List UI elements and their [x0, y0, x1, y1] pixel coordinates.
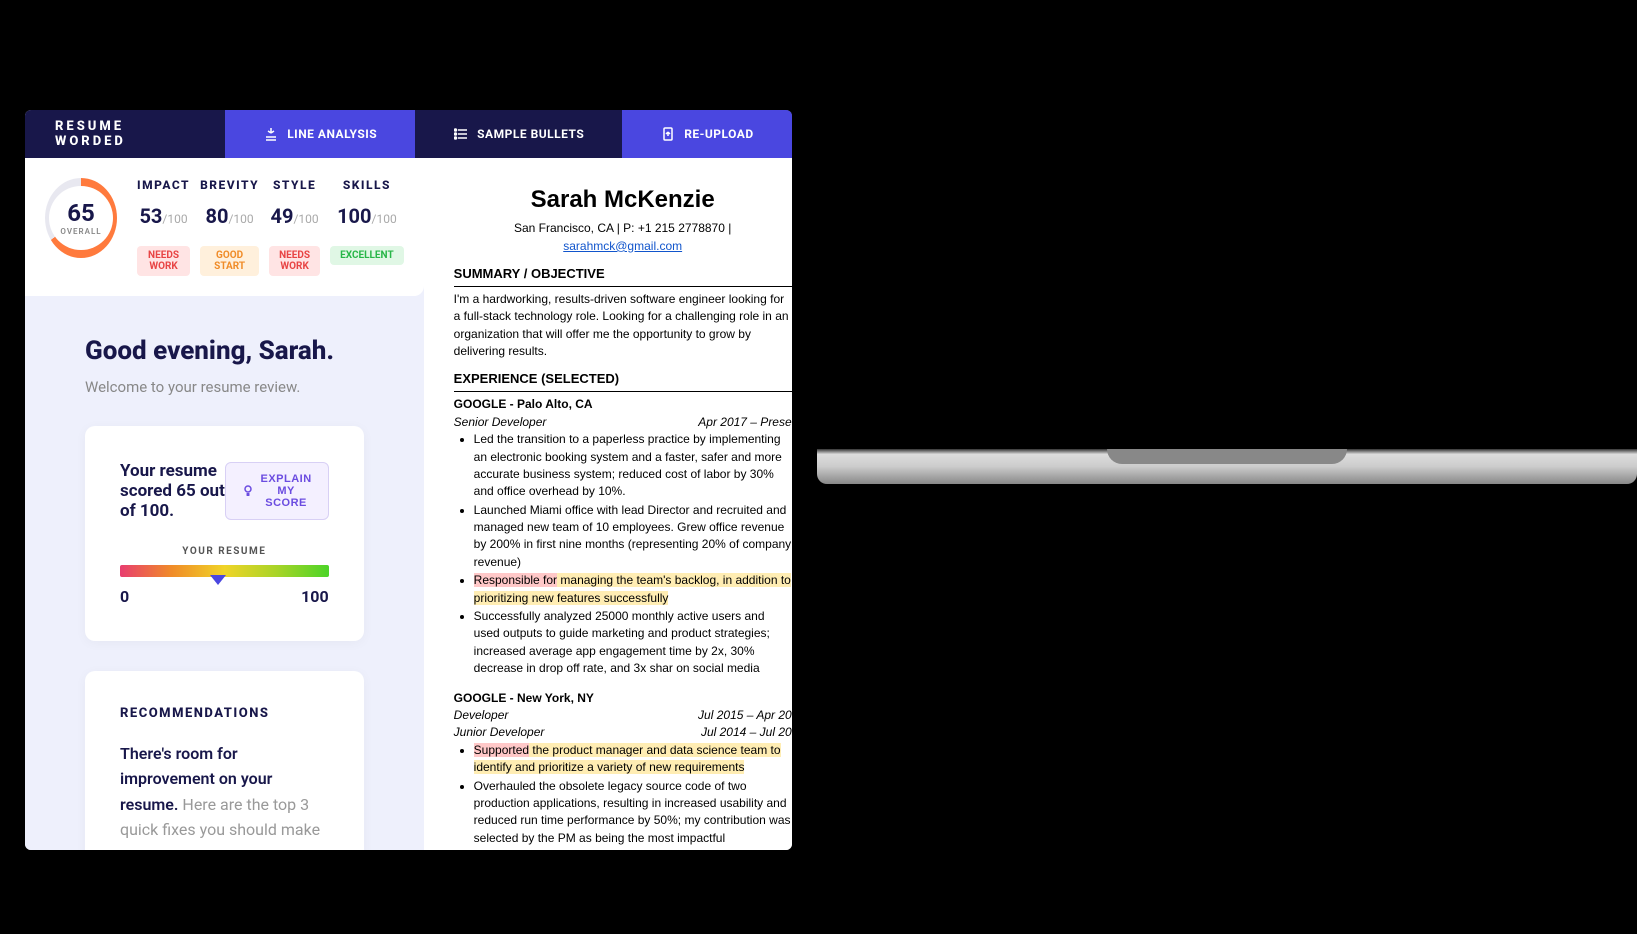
highlighted-line: Responsible for managing the team's back…	[474, 572, 792, 607]
recommendations-card: RECOMMENDATIONS There's room for improve…	[85, 671, 364, 850]
greeting: Good evening, Sarah. Welcome to your res…	[25, 296, 424, 426]
metric-style[interactable]: STYLE49/100NEEDS WORK	[269, 178, 320, 276]
exp2-company: GOOGLE - New York, NY	[454, 690, 792, 707]
tab-line-analysis[interactable]: LINE ANALYSIS	[225, 110, 415, 158]
bullet: Launched Miami office with lead Director…	[474, 502, 792, 572]
upload-icon	[660, 126, 676, 142]
tab-sample-bullets[interactable]: SAMPLE BULLETS	[415, 110, 622, 158]
bullet: Successfully analyzed 25000 monthly acti…	[474, 608, 792, 678]
metric-badge: EXCELLENT	[330, 246, 404, 265]
lightbulb-icon	[242, 485, 254, 497]
bullet: Spearheaded redevelopment of internal tr…	[474, 848, 792, 849]
brand-logo: RESUME WORDED	[25, 119, 225, 149]
gauge-marker	[210, 575, 226, 585]
summary-text: I'm a hardworking, results-driven softwa…	[454, 291, 792, 361]
left-panel: 65 OVERALL IMPACT53/100NEEDS WORKBREVITY…	[25, 158, 424, 850]
metric-badge: NEEDS WORK	[137, 246, 190, 276]
score-headline: Your resume scored 65 out of 100.	[120, 461, 225, 521]
section-experience: EXPERIENCE (SELECTED)	[454, 370, 792, 392]
bullet: Overhauled the obsolete legacy source co…	[474, 778, 792, 848]
line-analysis-icon	[263, 126, 279, 142]
score-gauge	[120, 565, 329, 577]
metric-impact[interactable]: IMPACT53/100NEEDS WORK	[137, 178, 190, 276]
greeting-subtitle: Welcome to your resume review.	[85, 378, 364, 396]
highlighted-line: Supported the product manager and data s…	[474, 742, 792, 777]
gauge-min: 0	[120, 587, 129, 606]
score-summary-bar: 65 OVERALL IMPACT53/100NEEDS WORKBREVITY…	[25, 158, 424, 296]
greeting-title: Good evening, Sarah.	[85, 336, 364, 366]
overall-score-label: OVERALL	[60, 227, 101, 236]
explain-score-button[interactable]: EXPLAIN MY SCORE	[225, 462, 328, 520]
overall-score-donut: 65 OVERALL	[45, 178, 117, 258]
tab-reupload[interactable]: RE-UPLOAD	[622, 110, 791, 158]
recommendations-title: RECOMMENDATIONS	[120, 706, 329, 721]
bullet: Led the transition to a paperless practi…	[474, 431, 792, 501]
gauge-max: 100	[301, 587, 329, 606]
metric-badge: GOOD START	[200, 246, 259, 276]
resume-preview[interactable]: Sarah McKenzie San Francisco, CA | P: +1…	[424, 158, 792, 850]
nav-tabs: LINE ANALYSIS SAMPLE BULLETS RE-UPLOAD	[225, 110, 792, 158]
score-card: Your resume scored 65 out of 100. EXPLAI…	[85, 426, 364, 641]
metric-brevity[interactable]: BREVITY80/100GOOD START	[200, 178, 259, 276]
resume-name: Sarah McKenzie	[454, 183, 792, 218]
resume-contact: San Francisco, CA | P: +1 215 2778870 | …	[454, 220, 792, 255]
overall-score-value: 65	[67, 199, 95, 227]
top-bar: RESUME WORDED LINE ANALYSIS SAMPLE BULLE…	[25, 110, 792, 158]
resume-email-link[interactable]: sarahmck@gmail.com	[563, 239, 682, 253]
gauge-label: YOUR RESUME	[120, 546, 329, 557]
metric-skills[interactable]: SKILLS100/100EXCELLENT	[330, 178, 404, 276]
section-summary: SUMMARY / OBJECTIVE	[454, 265, 792, 287]
exp1-company: GOOGLE - Palo Alto, CA	[454, 396, 792, 413]
list-icon	[453, 126, 469, 142]
metric-badge: NEEDS WORK	[269, 246, 320, 276]
recommendations-intro: There's room for improvement on your res…	[120, 741, 329, 850]
